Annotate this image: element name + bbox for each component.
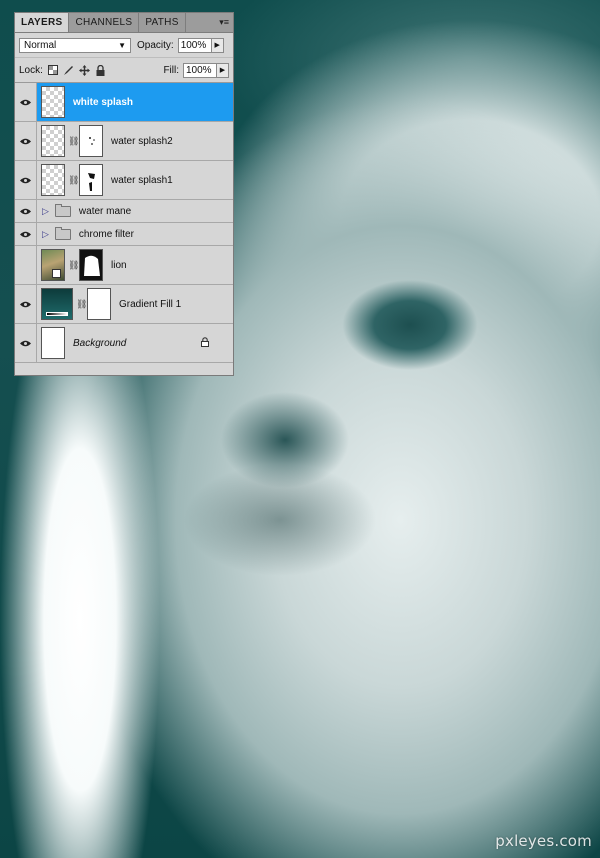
folder-icon bbox=[54, 203, 71, 217]
visibility-toggle[interactable] bbox=[15, 324, 37, 362]
layer-thumbnail bbox=[41, 249, 65, 281]
visibility-toggle[interactable] bbox=[15, 246, 37, 284]
eye-icon bbox=[20, 177, 31, 183]
tab-paths[interactable]: PATHS bbox=[139, 13, 186, 32]
eye-icon bbox=[20, 138, 31, 144]
panel-menu-icon[interactable]: ▾≡ bbox=[219, 17, 229, 28]
layer-mask-thumbnail[interactable] bbox=[79, 125, 103, 157]
layer-thumbnail bbox=[41, 164, 65, 196]
visibility-toggle[interactable] bbox=[15, 285, 37, 323]
link-icon[interactable]: ⛓ bbox=[68, 136, 79, 147]
folder-icon bbox=[54, 226, 71, 240]
layer-lion[interactable]: ⛓ lion bbox=[15, 246, 233, 285]
layer-name: lion bbox=[111, 259, 127, 271]
eye-icon bbox=[20, 301, 31, 307]
layer-name: Background bbox=[73, 337, 127, 349]
layer-mask-thumbnail[interactable] bbox=[87, 288, 111, 320]
lock-brush-icon[interactable] bbox=[63, 64, 75, 76]
layer-thumbnail bbox=[41, 86, 65, 118]
layer-name: water splash1 bbox=[111, 174, 173, 186]
layer-group-chrome-filter[interactable]: ▷ chrome filter bbox=[15, 223, 233, 246]
layer-water-splash1[interactable]: ⛓ water splash1 bbox=[15, 161, 233, 200]
lock-transparency-icon[interactable] bbox=[47, 64, 59, 76]
visibility-toggle[interactable] bbox=[15, 223, 37, 245]
fill-input[interactable]: 100% bbox=[183, 62, 217, 78]
gradient-fill-icon bbox=[46, 312, 68, 316]
smart-object-icon bbox=[52, 269, 61, 278]
blend-mode-value: Normal bbox=[24, 39, 57, 51]
layer-background[interactable]: Background bbox=[15, 324, 233, 363]
layer-name: water splash2 bbox=[111, 135, 173, 147]
lock-row: Lock: Fill: 100% ▶ bbox=[15, 58, 233, 83]
layer-name: white splash bbox=[73, 96, 134, 108]
layer-gradient-fill-1[interactable]: ⛓ Gradient Fill 1 bbox=[15, 285, 233, 324]
lock-label: Lock: bbox=[19, 64, 43, 76]
chevron-down-icon: ▼ bbox=[118, 40, 126, 50]
blend-row: Normal ▼ Opacity: 100% ▶ bbox=[15, 33, 233, 58]
link-icon[interactable]: ⛓ bbox=[68, 175, 79, 186]
opacity-label: Opacity: bbox=[137, 39, 174, 51]
layer-group-water-mane[interactable]: ▷ water mane bbox=[15, 200, 233, 223]
layer-thumbnail bbox=[41, 327, 65, 359]
watermark: pxleyes.com bbox=[495, 832, 592, 850]
eye-icon bbox=[20, 208, 31, 214]
fill-slider-toggle[interactable]: ▶ bbox=[217, 62, 229, 78]
eye-icon bbox=[20, 231, 31, 237]
lock-all-icon[interactable] bbox=[95, 64, 107, 76]
visibility-toggle[interactable] bbox=[15, 200, 37, 222]
layer-thumbnail bbox=[41, 288, 73, 320]
fill-label: Fill: bbox=[163, 64, 179, 76]
panel-tabbar: LAYERS CHANNELS PATHS ▾≡ bbox=[15, 13, 233, 33]
opacity-input[interactable]: 100% bbox=[177, 37, 212, 53]
eye-icon bbox=[20, 340, 31, 346]
tab-channels[interactable]: CHANNELS bbox=[69, 13, 140, 32]
layer-mask-thumbnail[interactable] bbox=[79, 249, 103, 281]
layer-name: Gradient Fill 1 bbox=[119, 298, 182, 310]
blend-mode-select[interactable]: Normal ▼ bbox=[19, 37, 131, 53]
expand-triangle-icon[interactable]: ▷ bbox=[42, 229, 49, 240]
expand-triangle-icon[interactable]: ▷ bbox=[42, 206, 49, 217]
layer-mask-thumbnail[interactable] bbox=[79, 164, 103, 196]
eye-icon bbox=[20, 99, 31, 105]
link-icon[interactable]: ⛓ bbox=[68, 260, 79, 271]
layers-list: white splash ⛓ water splash2 ⛓ water spl… bbox=[15, 83, 233, 363]
lock-move-icon[interactable] bbox=[79, 64, 91, 76]
layer-water-splash2[interactable]: ⛓ water splash2 bbox=[15, 122, 233, 161]
layer-white-splash[interactable]: white splash bbox=[15, 83, 233, 122]
layer-name: water mane bbox=[78, 205, 132, 217]
visibility-toggle[interactable] bbox=[15, 161, 37, 199]
lock-icon bbox=[201, 336, 209, 350]
layer-name: chrome filter bbox=[78, 228, 134, 240]
tab-layers[interactable]: LAYERS bbox=[15, 13, 70, 32]
visibility-toggle[interactable] bbox=[15, 122, 37, 160]
visibility-toggle[interactable] bbox=[15, 83, 37, 121]
opacity-slider-toggle[interactable]: ▶ bbox=[211, 37, 224, 53]
layers-panel: LAYERS CHANNELS PATHS ▾≡ Normal ▼ Opacit… bbox=[14, 12, 234, 376]
layer-thumbnail bbox=[41, 125, 65, 157]
link-icon[interactable]: ⛓ bbox=[76, 299, 87, 310]
